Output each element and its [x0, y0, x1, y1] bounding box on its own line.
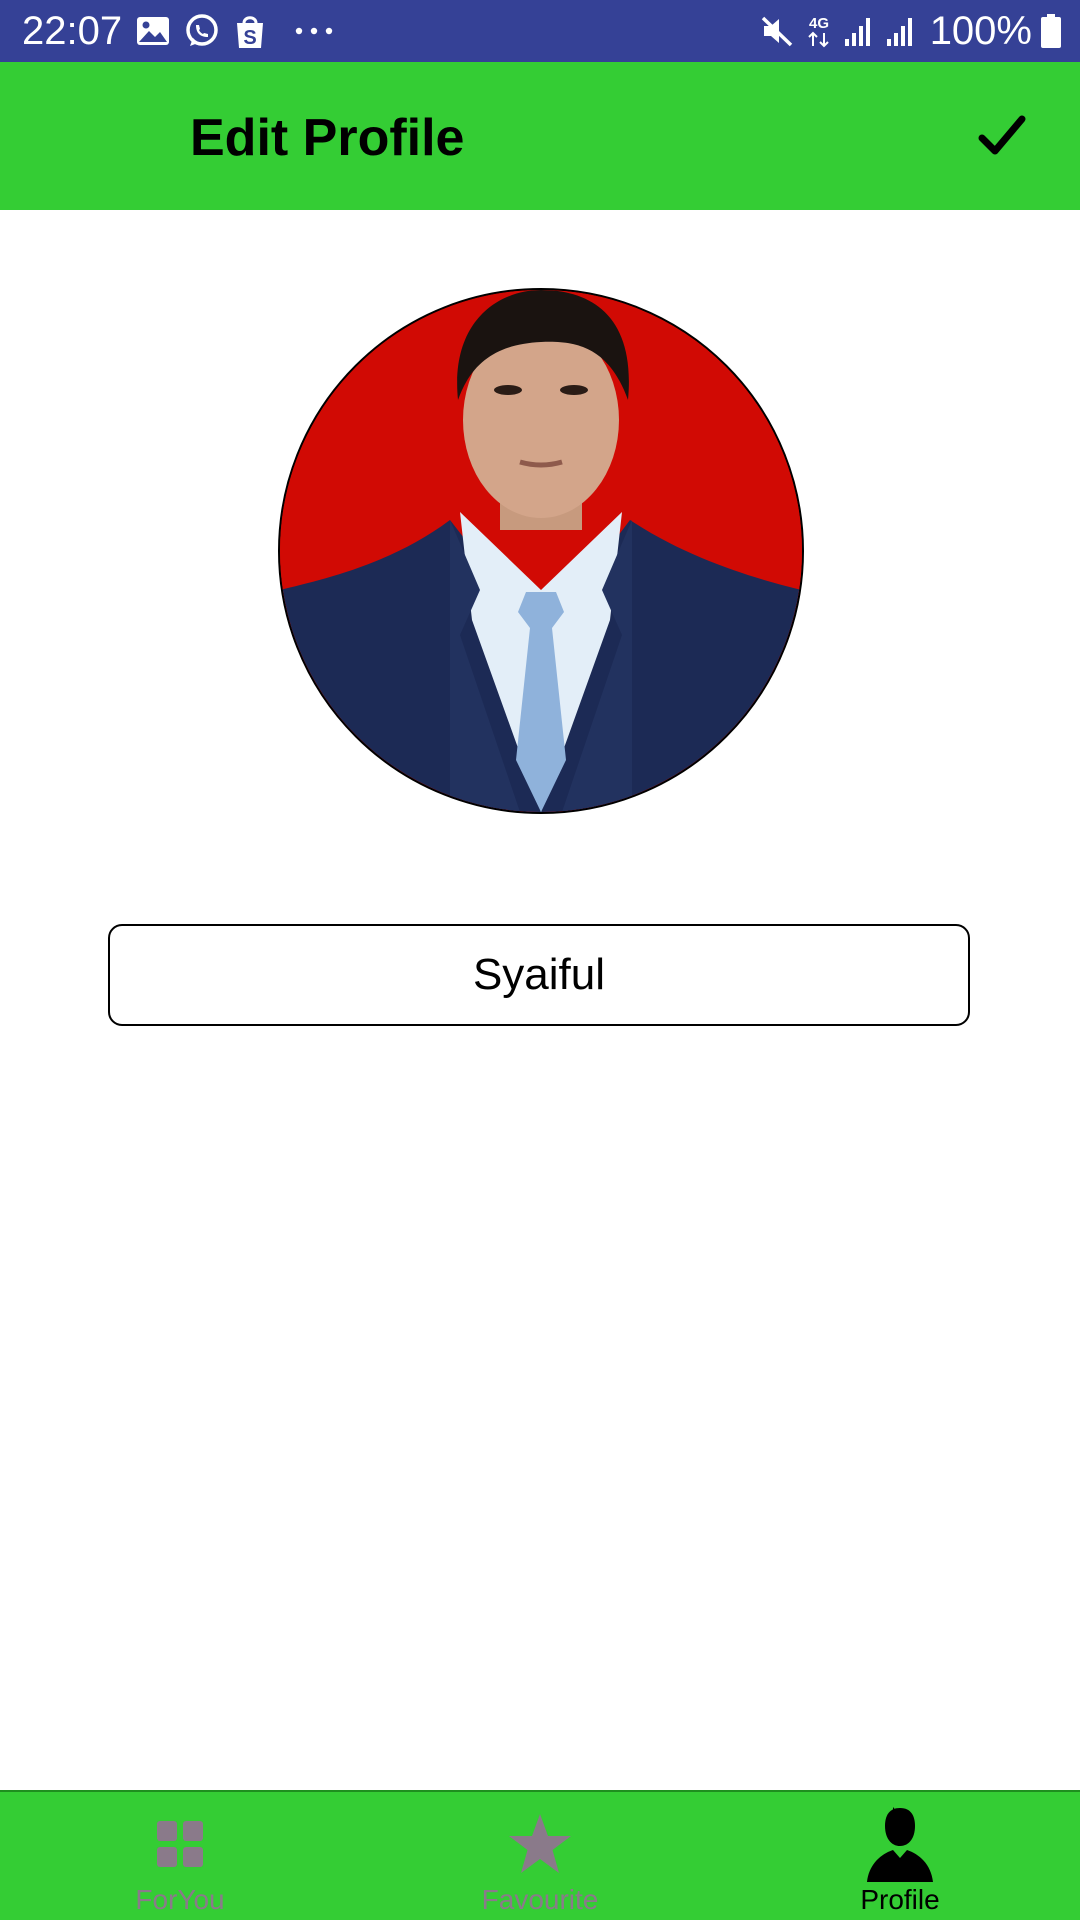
mute-icon [761, 16, 792, 47]
system-icons: 4G 100% [748, 6, 1062, 56]
person-icon [862, 1806, 938, 1882]
more-dots-icon [295, 27, 333, 35]
status-bar: 22:07 S 4G 100% [0, 0, 1080, 62]
nav-item-profile[interactable]: Profile [720, 1792, 1080, 1920]
name-field[interactable] [108, 924, 970, 1026]
nav-label-profile: Profile [860, 1884, 940, 1915]
battery-icon [1041, 14, 1061, 48]
edit-profile-screen: 22:07 S 4G 100% Edit Profile Syaiful For… [0, 0, 1080, 1920]
nav-item-favourite[interactable]: Favourite [360, 1792, 720, 1920]
app-bar: Edit Profile [0, 62, 1080, 210]
whatsapp-icon [186, 14, 218, 46]
nav-label-favourite: Favourite [481, 1884, 599, 1915]
4g-data-icon: 4G [807, 15, 829, 48]
battery-percentage: 100% [929, 9, 1032, 53]
save-button[interactable] [972, 106, 1032, 166]
signal-icon [844, 18, 870, 46]
status-time: 22:07 [22, 9, 123, 53]
nav-item-foryou[interactable]: ForYou [0, 1792, 360, 1920]
shopping-bag-icon: S [237, 16, 263, 49]
bottom-navigation: ForYou Favourite Profile [0, 1790, 1080, 1920]
star-icon [502, 1806, 578, 1882]
svg-text:S: S [243, 27, 256, 49]
nav-label-foryou: ForYou [135, 1884, 225, 1915]
svg-text:4G: 4G [809, 15, 829, 32]
profile-photo[interactable] [278, 288, 804, 814]
check-icon [978, 115, 1026, 155]
notification-icons: S [136, 11, 348, 51]
profile-photo-image [280, 290, 802, 812]
grid-icon [142, 1806, 218, 1882]
gallery-icon [137, 17, 169, 45]
page-title: Edit Profile [190, 109, 465, 167]
signal-icon [886, 18, 912, 46]
name-input[interactable] [110, 950, 968, 1000]
